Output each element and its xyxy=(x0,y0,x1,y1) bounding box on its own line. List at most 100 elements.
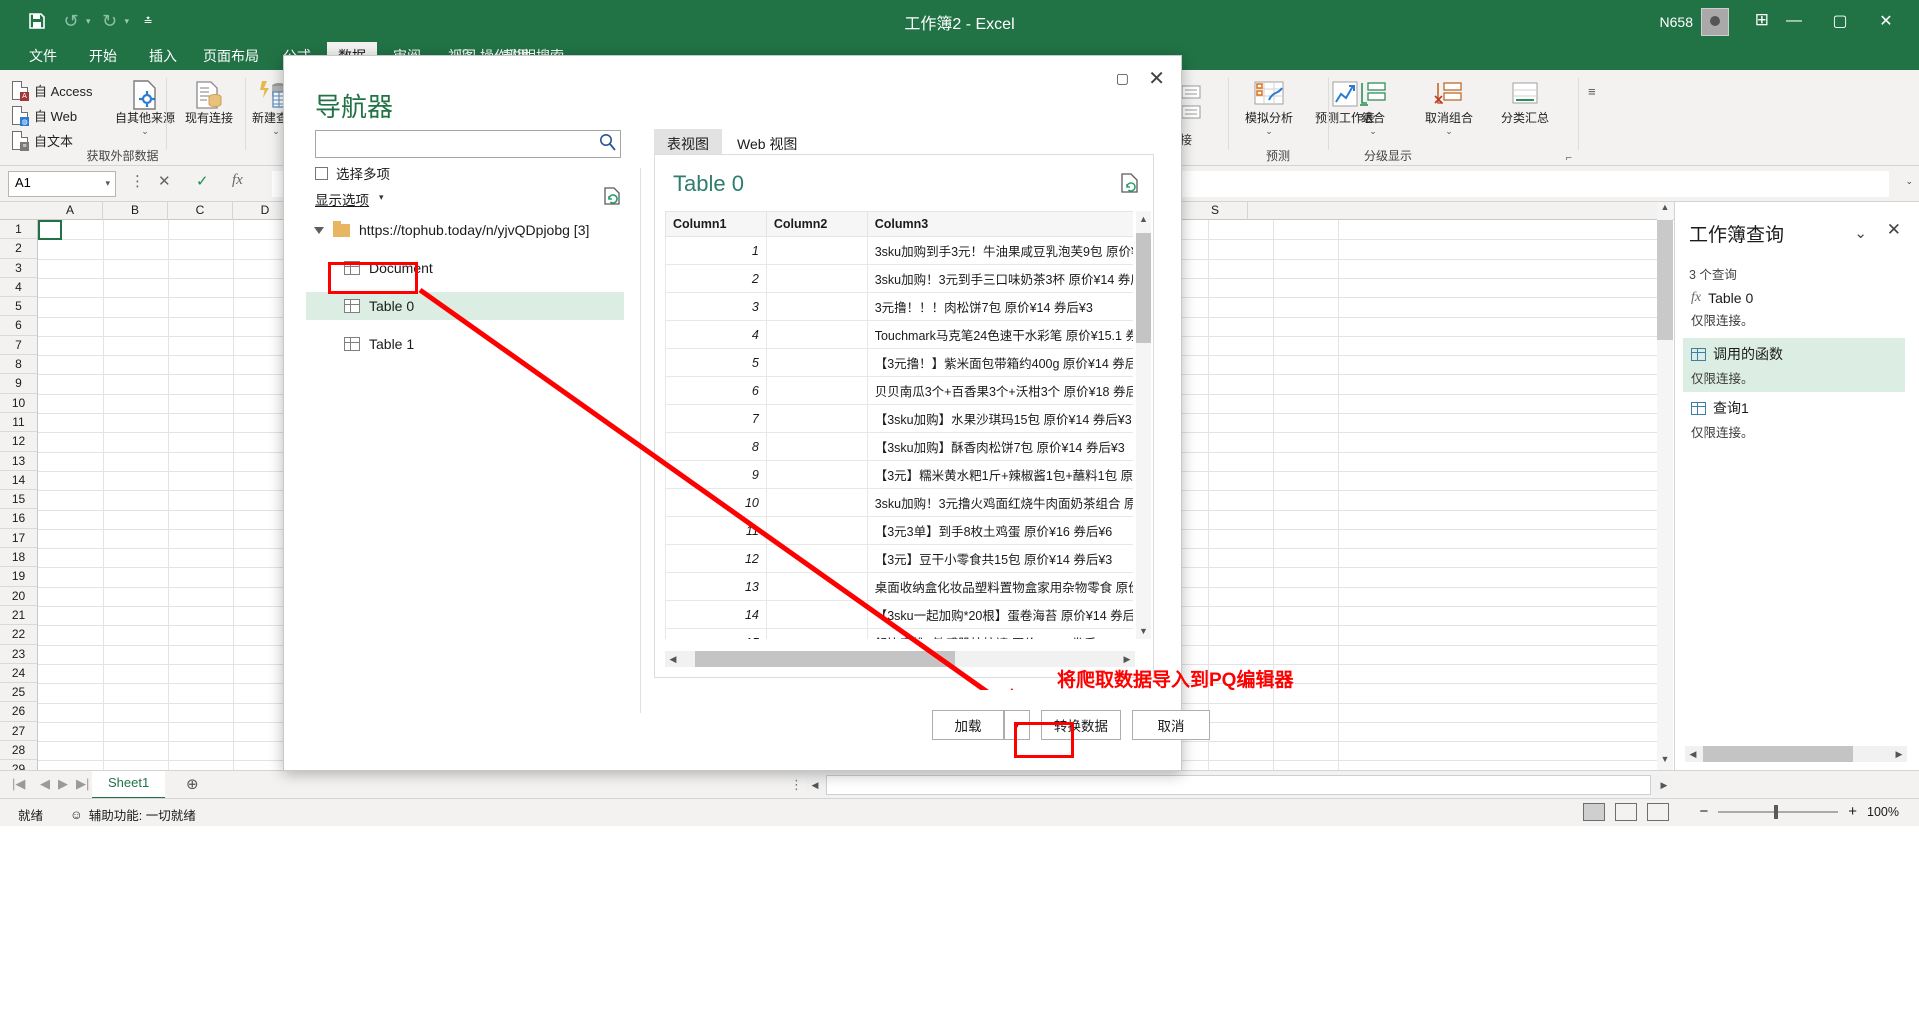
row-header-11[interactable]: 11 xyxy=(0,413,37,433)
grid-vscroll-thumb[interactable] xyxy=(1657,220,1673,340)
load-button[interactable]: 加载 xyxy=(932,710,1004,740)
scroll-up-icon[interactable]: ▲ xyxy=(1657,202,1673,218)
scroll-right-icon[interactable]: ▶ xyxy=(1655,775,1673,795)
expand-twisty-icon[interactable] xyxy=(314,226,324,234)
row-header-2[interactable]: 2 xyxy=(0,239,37,259)
page-layout-view-icon[interactable] xyxy=(1615,803,1637,821)
load-options-caret[interactable]: ▾ xyxy=(1004,710,1030,740)
row-header-20[interactable]: 20 xyxy=(0,587,37,606)
grid-horizontal-scrollbar[interactable]: ◀ ▶ xyxy=(806,775,1673,795)
zoom-out-button[interactable]: − xyxy=(1699,803,1708,820)
row-header-28[interactable]: 28 xyxy=(0,741,37,761)
expand-formula-bar-icon[interactable]: ⌄ xyxy=(1905,176,1913,187)
row-header-10[interactable]: 10 xyxy=(0,394,37,413)
row-header-22[interactable]: 22 xyxy=(0,625,37,645)
row-header-23[interactable]: 23 xyxy=(0,645,37,664)
row-header-19[interactable]: 19 xyxy=(0,567,37,587)
scroll-up-icon[interactable]: ▲ xyxy=(1136,211,1151,227)
ribbon-display-options-icon[interactable]: ⊞ xyxy=(1755,10,1769,30)
status-accessibility[interactable]: ☺ 辅助功能: 一切就绪 xyxy=(70,805,196,824)
tab-home[interactable]: 开始 xyxy=(78,42,128,70)
row-header-15[interactable]: 15 xyxy=(0,490,37,510)
chevron-down-icon[interactable]: ⌄ xyxy=(141,126,149,136)
tree-node-root[interactable]: https://tophub.today/n/yjvQDpjobg [3] xyxy=(306,216,624,244)
preview-vertical-scrollbar[interactable]: ▲ ▼ xyxy=(1136,211,1151,639)
avatar[interactable] xyxy=(1701,8,1729,36)
ribbon-item-from-access[interactable]: A 自 Access xyxy=(6,78,93,103)
row-header-4[interactable]: 4 xyxy=(0,278,37,298)
scroll-down-icon[interactable]: ▼ xyxy=(1657,754,1673,770)
row-header-3[interactable]: 3 xyxy=(0,259,37,278)
close-button[interactable]: ✕ xyxy=(1863,0,1909,42)
column-header-3[interactable]: Column3 xyxy=(866,211,1133,237)
minimize-button[interactable]: — xyxy=(1771,0,1817,42)
row-header-8[interactable]: 8 xyxy=(0,355,37,375)
row-header-25[interactable]: 25 xyxy=(0,683,37,703)
column-header-a[interactable]: A xyxy=(38,202,103,220)
maximize-icon[interactable]: ▢ xyxy=(1116,70,1129,87)
grid-hscroll-thumb[interactable] xyxy=(826,775,1651,795)
next-sheet-icon[interactable]: ▶ xyxy=(58,776,68,792)
page-break-view-icon[interactable] xyxy=(1647,803,1669,821)
row-header-1[interactable]: 1 xyxy=(0,220,37,240)
insert-function-icon[interactable]: fx xyxy=(232,172,243,189)
row-header-7[interactable]: 7 xyxy=(0,336,37,356)
query-item-invoked-function[interactable]: 调用的函数 仅限连接。 xyxy=(1683,338,1905,392)
last-sheet-icon[interactable]: ▶| xyxy=(76,776,89,792)
chevron-down-icon[interactable]: ⌄ xyxy=(1369,126,1377,136)
split-handle[interactable]: ⋮ xyxy=(790,777,803,793)
row-header-21[interactable]: 21 xyxy=(0,606,37,626)
zoom-slider[interactable] xyxy=(1718,804,1839,819)
chevron-down-icon[interactable]: ⌄ xyxy=(1445,126,1453,136)
query-item-table0[interactable]: fx Table 0 仅限连接。 xyxy=(1683,284,1905,338)
row-header-6[interactable]: 6 xyxy=(0,316,37,336)
queries-hscrollbar[interactable]: ◀ ▶ xyxy=(1685,746,1907,762)
refresh-icon[interactable] xyxy=(604,187,620,210)
chevron-down-icon[interactable]: ⌄ xyxy=(1265,126,1273,136)
close-icon[interactable]: ✕ xyxy=(1148,66,1165,91)
display-options-link[interactable]: 显示选项 xyxy=(315,189,369,209)
zoom-slider-thumb[interactable] xyxy=(1774,804,1779,819)
preview-vscroll-thumb[interactable] xyxy=(1136,233,1151,343)
user-account[interactable]: N658 xyxy=(1660,8,1729,36)
chevron-down-icon[interactable]: ⌄ xyxy=(1854,224,1867,242)
row-header-16[interactable]: 16 xyxy=(0,509,37,529)
column-header-1[interactable]: Column1 xyxy=(665,211,767,237)
add-sheet-icon[interactable]: ⊕ xyxy=(186,775,199,793)
row-header-24[interactable]: 24 xyxy=(0,664,37,684)
row-header-14[interactable]: 14 xyxy=(0,471,37,491)
transform-data-button[interactable]: 转换数据 xyxy=(1041,710,1121,740)
column-header-s[interactable]: S xyxy=(1183,202,1248,220)
select-multiple-checkbox[interactable]: 选择多项 xyxy=(315,163,390,183)
row-header-17[interactable]: 17 xyxy=(0,529,37,549)
ribbon-item-what-if[interactable]: 模拟分析 ⌄ xyxy=(1230,70,1308,136)
confirm-icon[interactable]: ✓ xyxy=(196,172,209,190)
ribbon-item-from-web[interactable]: ◍ 自 Web xyxy=(6,103,93,128)
cancel-icon[interactable]: ✕ xyxy=(158,172,171,190)
chevron-down-icon[interactable]: ▾ xyxy=(379,192,384,203)
row-header-13[interactable]: 13 xyxy=(0,452,37,471)
scroll-left-icon[interactable]: ◀ xyxy=(806,775,824,795)
column-header-c[interactable]: C xyxy=(168,202,233,220)
ribbon-item-group[interactable]: 组合 ⌄ xyxy=(1334,70,1412,136)
row-header-27[interactable]: 27 xyxy=(0,722,37,742)
first-sheet-icon[interactable]: |◀ xyxy=(12,776,25,792)
search-input[interactable] xyxy=(315,130,621,158)
queries-hscroll-thumb[interactable] xyxy=(1703,746,1853,762)
search-icon[interactable] xyxy=(599,133,617,156)
sheet-tab-sheet1[interactable]: Sheet1 xyxy=(92,771,166,799)
row-header-12[interactable]: 12 xyxy=(0,432,37,452)
zoom-in-button[interactable]: + xyxy=(1848,803,1857,820)
row-header-9[interactable]: 9 xyxy=(0,374,37,394)
outline-dialog-launcher[interactable]: ⌐ xyxy=(1566,152,1572,164)
scroll-right-icon[interactable]: ▶ xyxy=(1891,746,1907,762)
checkbox-box[interactable] xyxy=(315,166,328,180)
tab-insert[interactable]: 插入 xyxy=(138,42,188,70)
maximize-button[interactable]: ▢ xyxy=(1817,0,1863,42)
ribbon-item-ungroup[interactable]: 取消组合 ⌄ xyxy=(1410,70,1488,136)
ribbon-item-subtotal[interactable]: 分类汇总 xyxy=(1486,70,1564,126)
active-cell[interactable] xyxy=(38,220,62,240)
cancel-button[interactable]: 取消 xyxy=(1132,710,1210,740)
scroll-down-icon[interactable]: ▼ xyxy=(1136,623,1151,639)
name-box[interactable]: A1 ▾ xyxy=(8,171,116,197)
